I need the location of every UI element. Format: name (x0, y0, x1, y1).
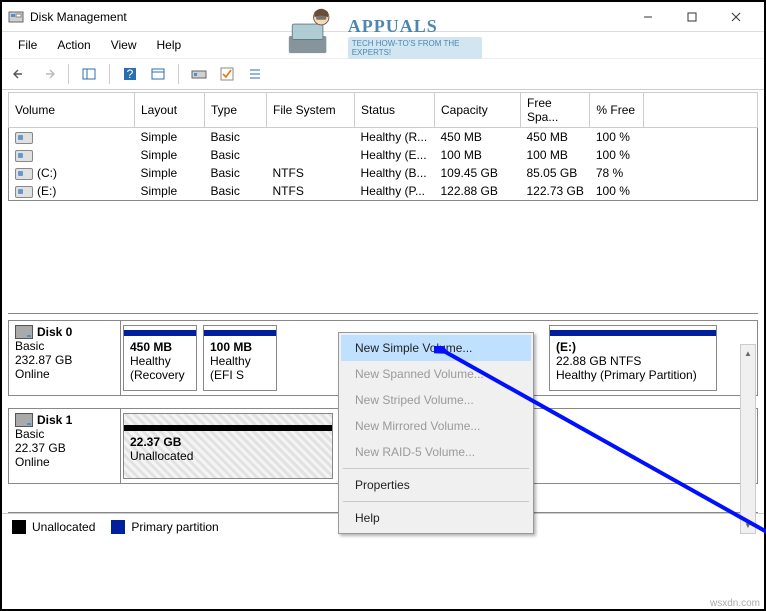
col-spacer (644, 93, 758, 128)
legend-unallocated: Unallocated (32, 520, 95, 534)
ctx-new-simple-volume[interactable]: New Simple Volume... (341, 335, 531, 361)
menu-file[interactable]: File (10, 34, 45, 56)
disk-action-button[interactable] (187, 63, 211, 85)
attribution: wsxdn.com (710, 598, 760, 609)
col-type[interactable]: Type (205, 93, 267, 128)
partition[interactable]: 100 MBHealthy (EFI S (203, 325, 277, 391)
ctx-properties[interactable]: Properties (341, 472, 531, 498)
check-button[interactable] (215, 63, 239, 85)
scrollbar-vertical[interactable]: ▲ ▼ (740, 344, 756, 534)
settings-button[interactable] (146, 63, 170, 85)
drive-icon (15, 168, 33, 180)
volume-table[interactable]: Volume Layout Type File System Status Ca… (8, 92, 758, 201)
context-menu: New Simple Volume... New Spanned Volume.… (338, 332, 534, 534)
ctx-new-spanned-volume: New Spanned Volume... (341, 361, 531, 387)
drive-icon (15, 132, 33, 144)
ctx-new-raid5-volume: New RAID-5 Volume... (341, 439, 531, 465)
window-title: Disk Management (30, 10, 626, 24)
col-layout[interactable]: Layout (135, 93, 205, 128)
col-volume[interactable]: Volume (9, 93, 135, 128)
maximize-button[interactable] (670, 3, 714, 31)
drive-icon (15, 150, 33, 162)
help-button[interactable]: ? (118, 63, 142, 85)
partition[interactable]: 450 MBHealthy (Recovery (123, 325, 197, 391)
menu-help[interactable]: Help (149, 34, 190, 56)
legend-swatch-primary (111, 520, 125, 534)
partition[interactable]: (E:)22.88 GB NTFSHealthy (Primary Partit… (549, 325, 717, 391)
menubar: File Action View Help (2, 32, 764, 59)
ctx-help[interactable]: Help (341, 505, 531, 531)
table-row[interactable]: (C:)SimpleBasicNTFSHealthy (B...109.45 G… (9, 164, 758, 182)
partition[interactable]: 22.37 GBUnallocated (123, 413, 333, 479)
drive-icon (15, 186, 33, 198)
col-pct[interactable]: % Free (590, 93, 644, 128)
legend-primary: Primary partition (131, 520, 218, 534)
scroll-up-button[interactable]: ▲ (741, 345, 755, 361)
close-button[interactable] (714, 3, 758, 31)
forward-button[interactable] (36, 63, 60, 85)
col-fs[interactable]: File System (267, 93, 355, 128)
table-row[interactable]: SimpleBasicHealthy (E...100 MB100 MB100 … (9, 146, 758, 164)
disk-info[interactable]: Disk 0Basic232.87 GBOnline (9, 321, 121, 395)
legend-swatch-unallocated (12, 520, 26, 534)
ctx-new-striped-volume: New Striped Volume... (341, 387, 531, 413)
table-row[interactable]: SimpleBasicHealthy (R...450 MB450 MB100 … (9, 128, 758, 147)
toolbar: ? (2, 59, 764, 90)
col-capacity[interactable]: Capacity (435, 93, 521, 128)
svg-text:?: ? (127, 67, 134, 81)
disk-icon (15, 325, 33, 339)
show-hide-console-button[interactable] (77, 63, 101, 85)
titlebar: Disk Management (2, 2, 764, 32)
col-status[interactable]: Status (355, 93, 435, 128)
disk-info[interactable]: Disk 1Basic22.37 GBOnline (9, 409, 121, 483)
table-row[interactable]: (E:)SimpleBasicNTFSHealthy (P...122.88 G… (9, 182, 758, 201)
app-icon (8, 9, 24, 25)
minimize-button[interactable] (626, 3, 670, 31)
list-button[interactable] (243, 63, 267, 85)
back-button[interactable] (8, 63, 32, 85)
disk-icon (15, 413, 33, 427)
menu-view[interactable]: View (103, 34, 145, 56)
scroll-down-button[interactable]: ▼ (741, 517, 755, 533)
col-free[interactable]: Free Spa... (521, 93, 590, 128)
ctx-new-mirrored-volume: New Mirrored Volume... (341, 413, 531, 439)
menu-action[interactable]: Action (49, 34, 98, 56)
